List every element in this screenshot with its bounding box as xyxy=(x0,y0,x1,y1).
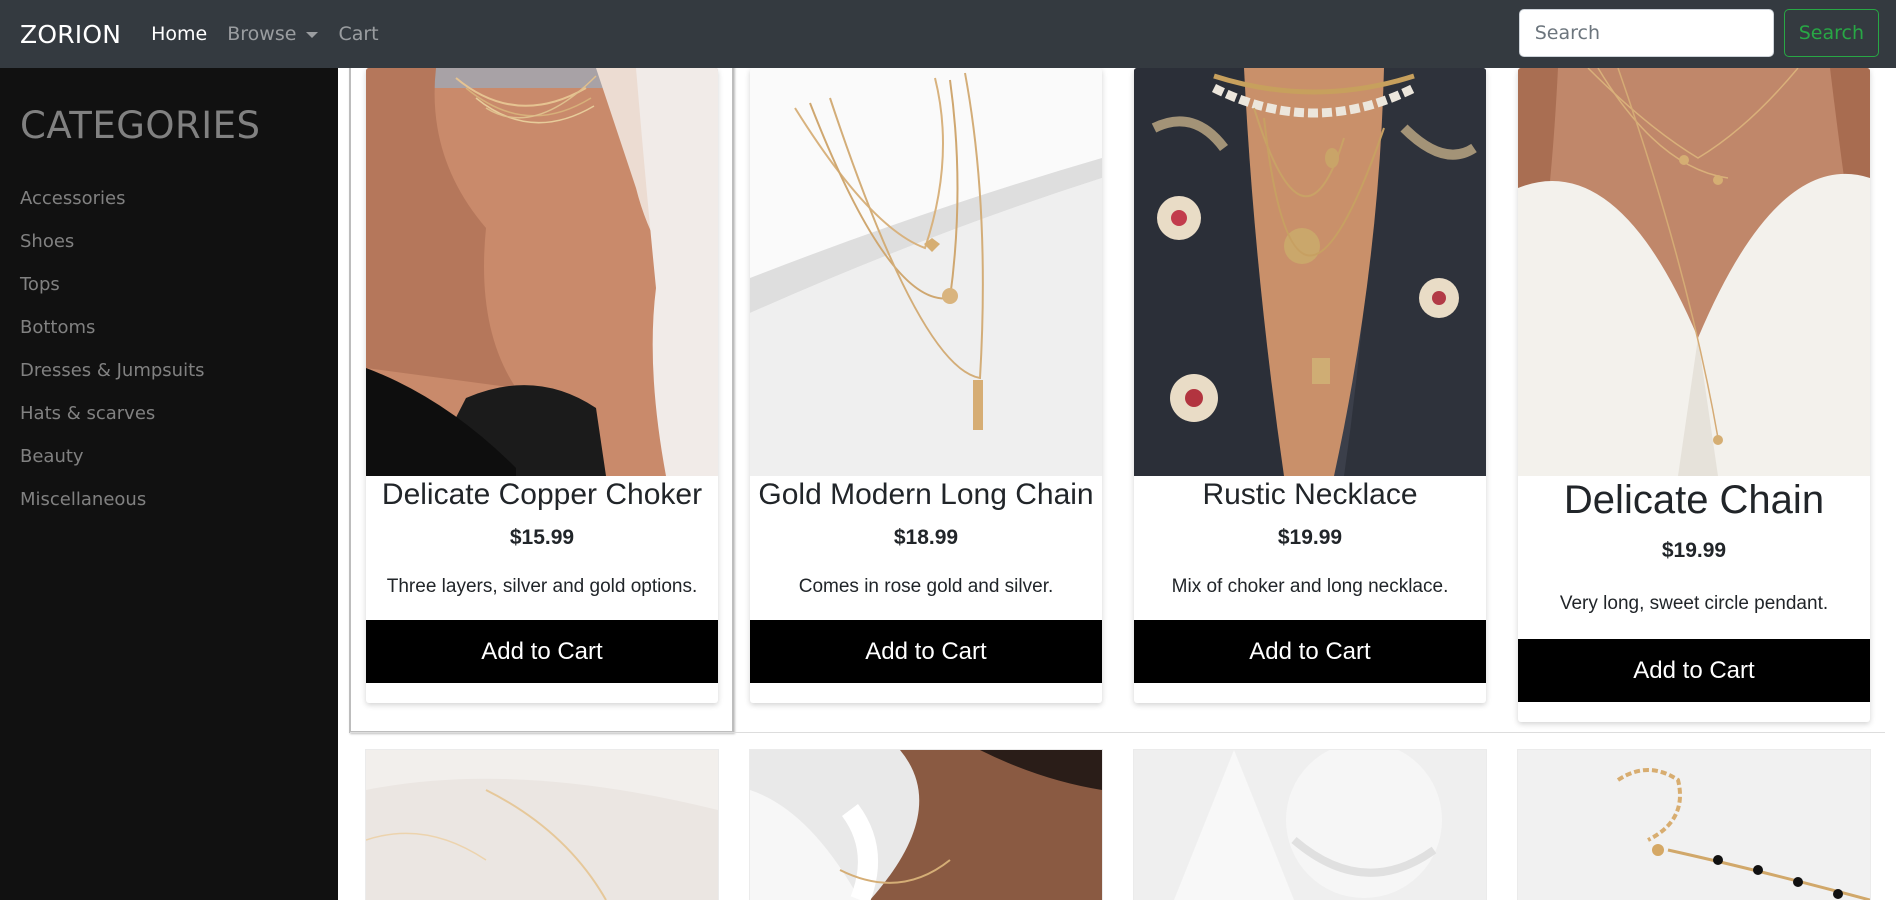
product-card: Gold Modern Long Chain $18.99 Comes in r… xyxy=(750,68,1102,703)
product-price: $19.99 xyxy=(1277,526,1343,549)
product-price: $19.99 xyxy=(1661,539,1727,562)
nav-browse-label: Browse xyxy=(227,23,297,45)
nav-browse-dropdown[interactable]: Browse xyxy=(227,23,319,45)
top-navbar: ZORION Home Browse Cart Search xyxy=(0,0,1896,68)
sidebar-title: CATEGORIES xyxy=(20,104,261,147)
nav-home-label: Home xyxy=(151,23,208,45)
sidebar-item-dresses-jumpsuits[interactable]: Dresses & Jumpsuits xyxy=(20,349,318,392)
nav-cart-label: Cart xyxy=(338,23,379,45)
product-card: Delicate Copper Choker $15.99 Three laye… xyxy=(366,68,718,703)
product-image[interactable] xyxy=(1134,750,1486,900)
add-to-cart-button[interactable]: Add to Cart xyxy=(750,620,1102,683)
sidebar-item-bottoms[interactable]: Bottoms xyxy=(20,306,318,349)
product-image[interactable] xyxy=(366,68,718,476)
sidebar-item-miscellaneous[interactable]: Miscellaneous xyxy=(20,478,318,521)
product-grid: Delicate Copper Choker $15.99 Three laye… xyxy=(338,58,1896,900)
category-sidebar: CATEGORIES Accessories Shoes Tops Bottom… xyxy=(0,68,338,900)
sidebar-item-beauty[interactable]: Beauty xyxy=(20,435,318,478)
product-image[interactable] xyxy=(750,68,1102,476)
product-title: Delicate Chain xyxy=(1563,478,1825,522)
product-image[interactable] xyxy=(750,750,1102,900)
brand-logo[interactable]: ZORION xyxy=(20,20,121,49)
product-price: $15.99 xyxy=(509,526,575,549)
product-image[interactable] xyxy=(1134,68,1486,476)
product-image[interactable] xyxy=(1518,750,1870,900)
nav-cart-link[interactable]: Cart xyxy=(338,23,378,45)
product-image[interactable] xyxy=(1518,68,1870,476)
product-price: $18.99 xyxy=(893,526,959,549)
sidebar-item-shoes[interactable]: Shoes xyxy=(20,220,318,263)
product-title: Rustic Necklace xyxy=(1202,478,1418,511)
product-card: Delicate Chain $19.99 Very long, sweet c… xyxy=(1518,68,1870,722)
sidebar-item-hats-scarves[interactable]: Hats & scarves xyxy=(20,392,318,435)
add-to-cart-button[interactable]: Add to Cart xyxy=(1518,639,1870,702)
search-form: Search xyxy=(1518,9,1879,57)
product-title: Delicate Copper Choker xyxy=(381,478,703,511)
search-button[interactable]: Search xyxy=(1783,9,1879,57)
product-image[interactable] xyxy=(366,750,718,900)
product-description: Very long, sweet circle pendant. xyxy=(1559,593,1829,614)
sidebar-item-accessories[interactable]: Accessories xyxy=(20,177,318,220)
product-title: Gold Modern Long Chain xyxy=(758,478,1094,511)
product-description: Mix of choker and long necklace. xyxy=(1171,576,1449,597)
product-description: Comes in rose gold and silver. xyxy=(798,576,1054,597)
add-to-cart-button[interactable]: Add to Cart xyxy=(366,620,718,683)
product-description: Three layers, silver and gold options. xyxy=(386,576,698,597)
row-divider xyxy=(350,732,1885,733)
product-card: Rustic Necklace $19.99 Mix of choker and… xyxy=(1134,68,1486,703)
add-to-cart-button[interactable]: Add to Cart xyxy=(1134,620,1486,683)
chevron-down-icon xyxy=(306,32,319,38)
search-input[interactable] xyxy=(1518,9,1774,57)
sidebar-item-tops[interactable]: Tops xyxy=(20,263,318,306)
nav-home-link[interactable]: Home xyxy=(151,23,207,45)
